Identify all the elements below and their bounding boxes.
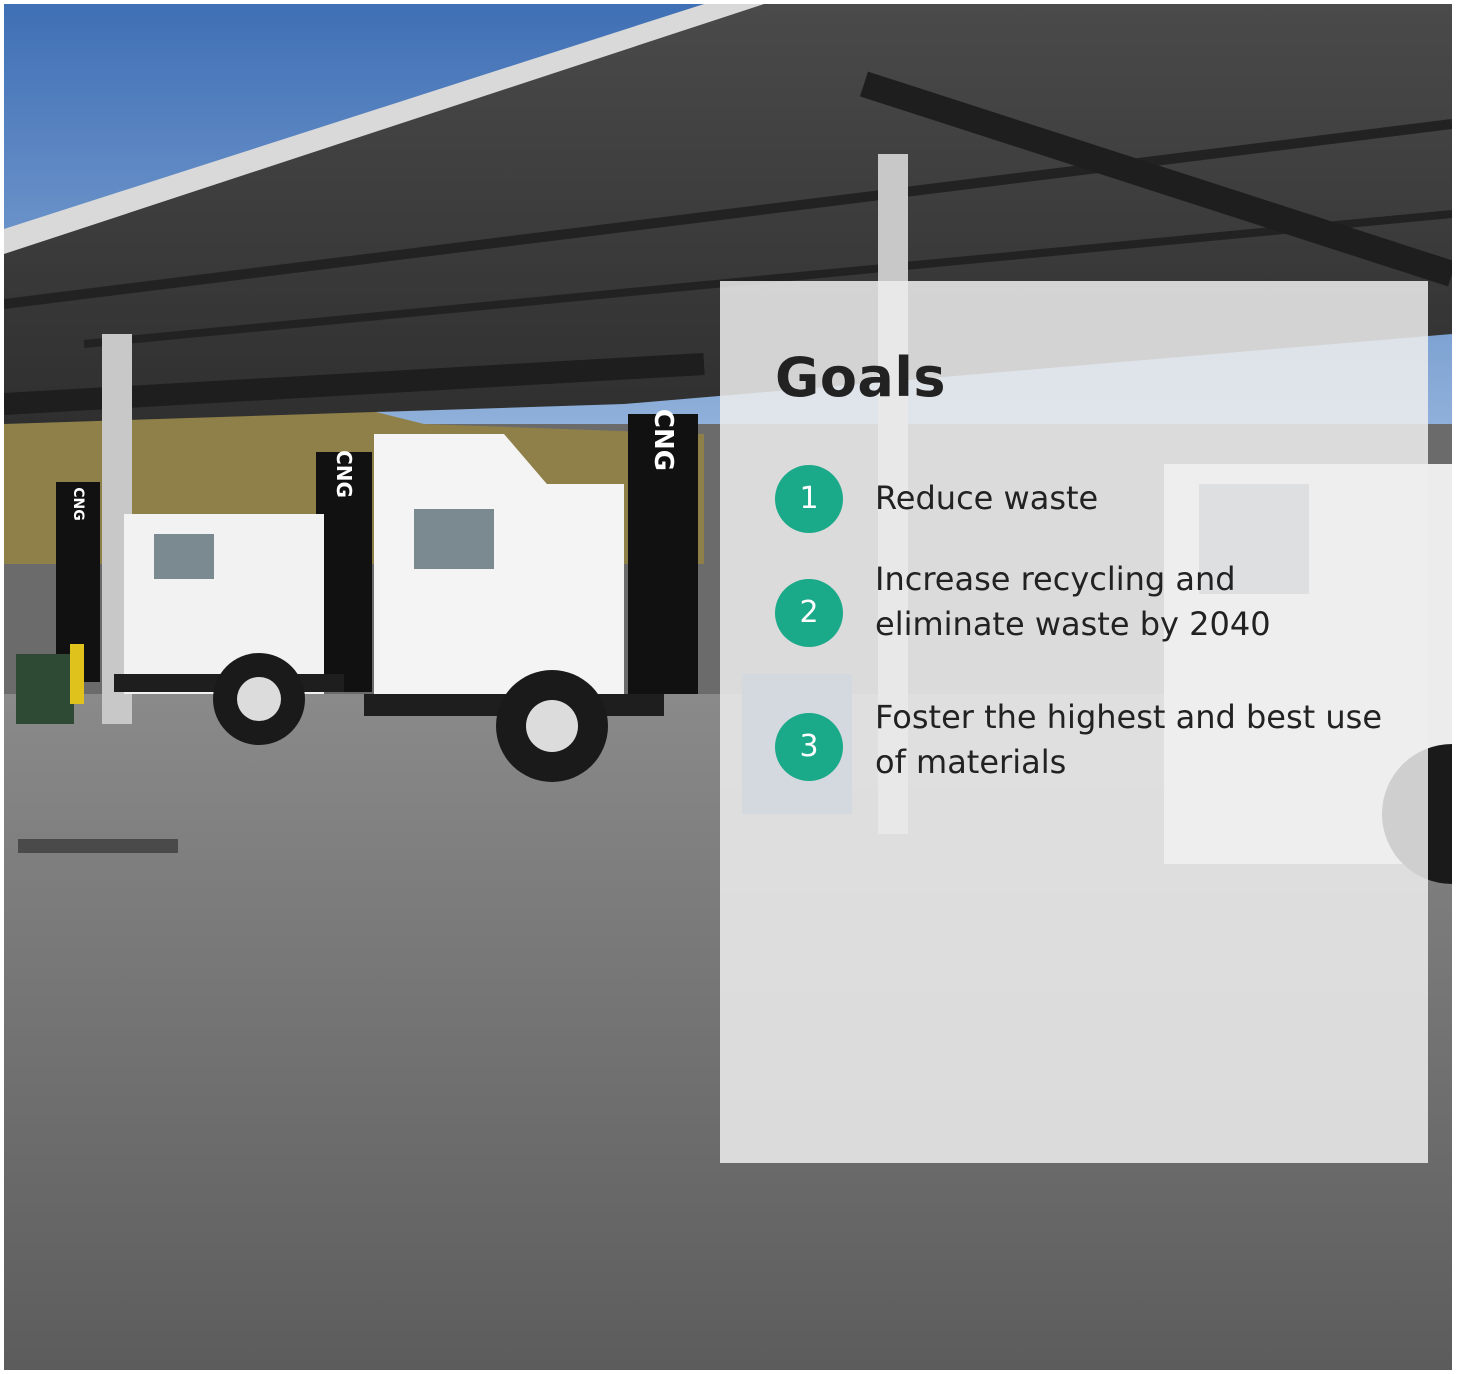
goal-text: Increase recycling and eliminate waste b… bbox=[875, 560, 1271, 643]
goal-text: Reduce waste bbox=[875, 479, 1099, 517]
goal-number-badge: 3 bbox=[775, 713, 843, 781]
goal-number-badge: 2 bbox=[775, 579, 843, 647]
waste-bin bbox=[16, 654, 74, 724]
goals-title: Goals bbox=[775, 346, 947, 409]
cng-label: CNG bbox=[332, 450, 356, 498]
goals-panel: Goals 1 Reduce waste 2 Increase recyclin… bbox=[720, 281, 1428, 1163]
hero-frame: CNG CNG CNG Goals 1 Reduce waste 2 Incre… bbox=[4, 4, 1452, 1370]
bollard bbox=[70, 644, 84, 704]
drain-grate bbox=[18, 839, 178, 853]
goal-number-badge: 1 bbox=[775, 465, 843, 533]
cng-label: CNG bbox=[70, 487, 86, 520]
cng-label: CNG bbox=[648, 409, 678, 471]
goal-text: Foster the highest and best use of mater… bbox=[875, 698, 1383, 781]
